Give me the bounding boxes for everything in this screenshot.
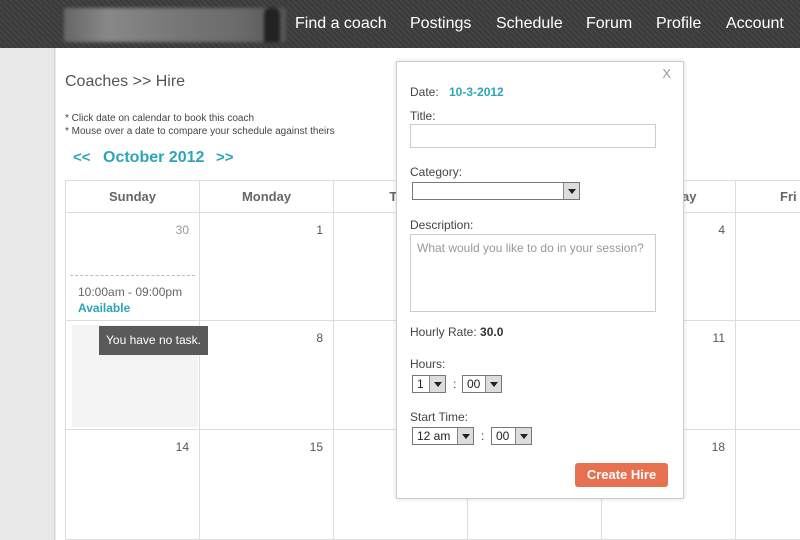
day-cell-oct-5[interactable] bbox=[736, 213, 800, 321]
logo-figure-icon bbox=[264, 8, 280, 42]
hourly-rate-label: Hourly Rate: 30.0 bbox=[410, 325, 503, 339]
nav-profile[interactable]: Profile bbox=[656, 15, 701, 33]
hire-modal: X Date: 10-3-2012 Title: Category: Descr… bbox=[396, 61, 684, 499]
day-number: 15 bbox=[309, 440, 323, 454]
day-cell-oct-12[interactable] bbox=[736, 321, 800, 430]
start-hour-select-value: 12 am bbox=[417, 429, 451, 443]
top-nav-bar: Find a coach Postings Schedule Forum Pro… bbox=[0, 0, 800, 48]
header-friday: Fri bbox=[736, 180, 800, 213]
day-cell-oct-19[interactable] bbox=[736, 430, 800, 540]
start-time-colon: : bbox=[481, 429, 485, 443]
description-label: Description: bbox=[410, 218, 474, 232]
hours-select[interactable]: 1 bbox=[412, 375, 446, 393]
schedule-tooltip: You have no task. bbox=[99, 326, 208, 355]
hourly-rate-value: 30.0 bbox=[480, 325, 504, 339]
start-minutes-select-value: 00 bbox=[496, 429, 510, 443]
breadcrumb: Coaches >> Hire bbox=[65, 73, 186, 90]
nav-schedule[interactable]: Schedule bbox=[496, 15, 563, 33]
day-cell-sep-30[interactable]: 30 10:00am - 09:00pm Available bbox=[65, 213, 200, 321]
day-cell-oct-8[interactable]: 8 bbox=[200, 321, 334, 430]
availability-divider bbox=[70, 275, 195, 276]
title-input[interactable] bbox=[410, 124, 656, 148]
hours-label: Hours: bbox=[410, 357, 446, 371]
chevron-down-icon bbox=[429, 376, 445, 392]
instruction-note-1: * Click date on calendar to book this co… bbox=[65, 113, 254, 124]
hourly-rate-label-text: Hourly Rate: bbox=[410, 325, 477, 339]
left-gutter bbox=[0, 48, 55, 540]
hours-colon: : bbox=[453, 377, 457, 391]
start-hour-select[interactable]: 12 am bbox=[412, 427, 474, 445]
start-minutes-select[interactable]: 00 bbox=[491, 427, 532, 445]
day-number: 8 bbox=[316, 331, 323, 345]
category-label: Category: bbox=[410, 165, 463, 179]
day-cell-oct-1[interactable]: 1 bbox=[200, 213, 334, 321]
close-icon[interactable]: X bbox=[662, 66, 671, 81]
chevron-down-icon bbox=[485, 376, 501, 392]
day-cell-oct-15[interactable]: 15 bbox=[200, 430, 334, 540]
hours-select-value: 1 bbox=[417, 377, 424, 391]
header-sunday: Sunday bbox=[65, 180, 200, 213]
availability-status[interactable]: Available bbox=[78, 301, 130, 315]
hours-minutes-select-value: 00 bbox=[467, 377, 481, 391]
date-label: Date: bbox=[410, 85, 439, 99]
day-number: 14 bbox=[175, 440, 189, 454]
hours-minutes-select[interactable]: 00 bbox=[462, 375, 502, 393]
month-title: October 2012 bbox=[103, 149, 205, 166]
site-logo[interactable] bbox=[64, 8, 286, 42]
instruction-note-2: * Mouse over a date to compare your sche… bbox=[65, 126, 335, 137]
nav-account[interactable]: Account bbox=[726, 15, 784, 33]
nav-postings[interactable]: Postings bbox=[410, 15, 471, 33]
day-number: 11 bbox=[712, 331, 725, 345]
chevron-down-icon bbox=[457, 428, 473, 444]
next-month-link[interactable]: >> bbox=[216, 149, 234, 166]
date-value: 10-3-2012 bbox=[449, 85, 504, 99]
start-time-label: Start Time: bbox=[410, 410, 469, 424]
day-cell-oct-14[interactable]: 14 bbox=[65, 430, 200, 540]
prev-month-link[interactable]: << bbox=[73, 149, 91, 166]
day-number: 4 bbox=[718, 223, 725, 237]
day-number: 30 bbox=[175, 223, 189, 237]
title-label: Title: bbox=[410, 109, 436, 123]
availability-time: 10:00am - 09:00pm bbox=[78, 285, 183, 299]
chevron-down-icon bbox=[563, 183, 579, 199]
category-select[interactable] bbox=[412, 182, 580, 200]
nav-find-a-coach[interactable]: Find a coach bbox=[295, 15, 387, 33]
create-hire-button[interactable]: Create Hire bbox=[575, 463, 668, 487]
nav-forum[interactable]: Forum bbox=[586, 15, 632, 33]
header-monday: Monday bbox=[200, 180, 334, 213]
description-textarea[interactable] bbox=[410, 234, 656, 312]
day-number: 1 bbox=[316, 223, 323, 237]
chevron-down-icon bbox=[515, 428, 531, 444]
day-number: 18 bbox=[711, 440, 725, 454]
